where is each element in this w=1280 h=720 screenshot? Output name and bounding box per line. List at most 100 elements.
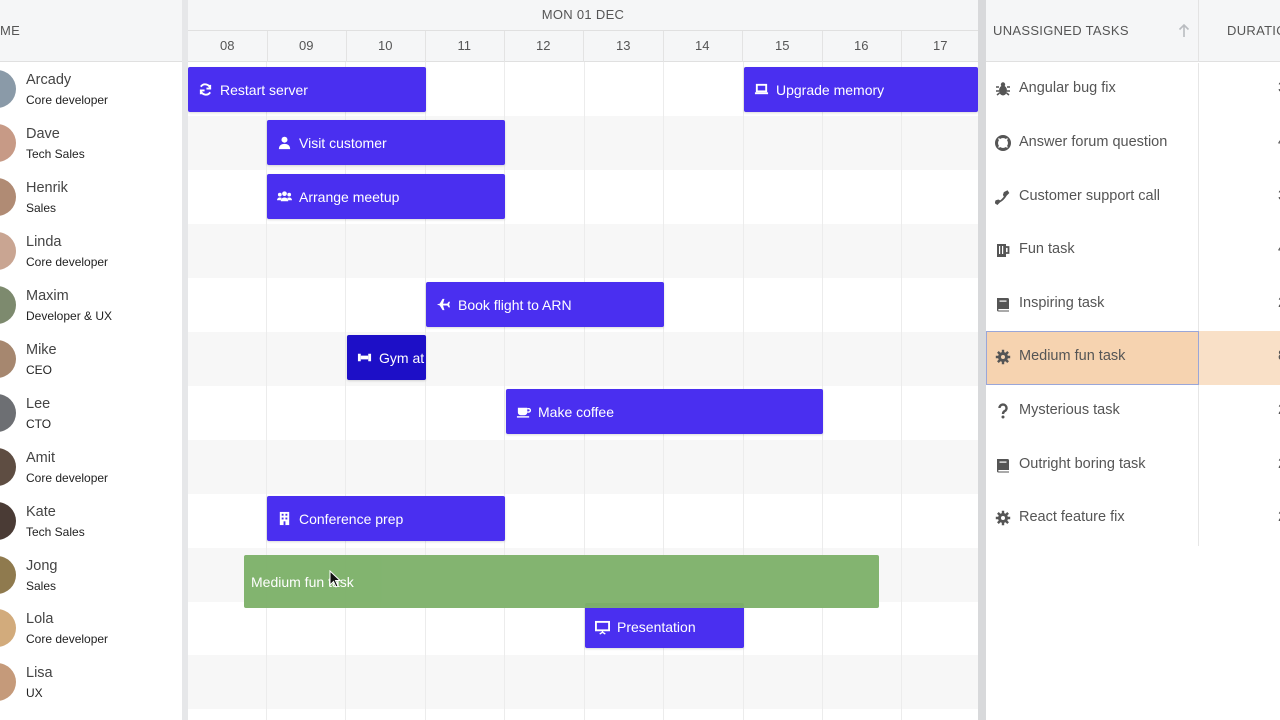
task-name: Fun task: [1019, 241, 1075, 257]
event-bar[interactable]: Make coffee: [506, 389, 823, 434]
event-bar[interactable]: Gym at: [347, 335, 426, 380]
row-stripe: [188, 332, 978, 386]
life-ring-icon: [995, 135, 1011, 151]
task-name-cell[interactable]: Mysterious task: [986, 385, 1199, 439]
resource-row[interactable]: Lee CTO: [0, 386, 182, 440]
resource-role: Tech Sales: [26, 147, 85, 161]
task-name-cell[interactable]: Inspiring task: [986, 278, 1199, 332]
resource-row[interactable]: Henrik Sales: [0, 170, 182, 224]
unassigned-tasks-grid[interactable]: UNASSIGNED TASKS DURATION Angular bug fi…: [986, 0, 1280, 720]
event-label: Gym at: [379, 349, 425, 366]
column-header-duration[interactable]: DURATION: [1199, 0, 1280, 62]
resource-row[interactable]: Mike CEO: [0, 332, 182, 386]
resource-column-header[interactable]: ME: [0, 0, 182, 62]
gear-icon: [995, 510, 1011, 526]
hour-label: 16: [822, 31, 902, 62]
resource-name: Dave: [26, 126, 60, 142]
task-name: Customer support call: [1019, 188, 1161, 204]
task-row[interactable]: Outright boring task 2: [986, 439, 1280, 493]
task-duration-cell[interactable]: 2: [1199, 492, 1280, 546]
grid-header: UNASSIGNED TASKS DURATION: [986, 0, 1280, 62]
resource-row[interactable]: Jong Sales: [0, 548, 182, 602]
avatar: [0, 178, 16, 216]
schedule-area[interactable]: MON 01 DEC 08 09 10 11 12 13 14 15 16 17…: [188, 0, 978, 720]
task-row-selected[interactable]: Medium fun task 8: [986, 331, 1280, 385]
resource-row[interactable]: Amit Core developer: [0, 440, 182, 494]
task-name-cell[interactable]: Answer forum question: [986, 117, 1199, 171]
task-name: Mysterious task: [1019, 402, 1120, 418]
task-duration-cell[interactable]: 2: [1199, 439, 1280, 493]
book-icon: [997, 298, 1009, 312]
resource-row[interactable]: Dave Tech Sales: [0, 116, 182, 170]
date-header: MON 01 DEC: [188, 0, 978, 31]
event-bar[interactable]: Conference prep: [267, 496, 505, 541]
resource-name: Linda: [26, 234, 62, 250]
avatar: [0, 340, 16, 378]
task-name-cell[interactable]: Angular bug fix: [986, 63, 1199, 117]
task-duration-cell[interactable]: 3: [1199, 171, 1280, 225]
task-row[interactable]: Inspiring task 2: [986, 278, 1280, 332]
task-row[interactable]: Answer forum question 4: [986, 117, 1280, 171]
avatar: [0, 556, 16, 594]
resource-row[interactable]: Lisa UX: [0, 655, 182, 709]
task-duration-cell[interactable]: 2: [1199, 385, 1280, 439]
resource-role: UX: [26, 686, 43, 700]
resource-row[interactable]: Maxim Developer & UX: [0, 278, 182, 332]
sort-arrow-up-icon[interactable]: [1178, 24, 1190, 38]
task-duration-cell[interactable]: 3: [1199, 63, 1280, 117]
avatar: [0, 394, 16, 432]
resource-role: CEO: [26, 363, 53, 377]
hour-label: 08: [188, 31, 268, 62]
task-name-cell[interactable]: Outright boring task: [986, 439, 1199, 493]
resource-row[interactable]: Linda Core developer: [0, 224, 182, 278]
resource-role: Tech Sales: [26, 525, 85, 539]
event-bar[interactable]: Arrange meetup: [267, 174, 505, 219]
event-bar[interactable]: Presentation: [585, 603, 744, 648]
avatar: [0, 124, 16, 162]
event-label: Presentation: [617, 619, 696, 635]
resource-name: Arcady: [26, 72, 72, 88]
laptop-icon: [754, 83, 769, 95]
task-duration-cell[interactable]: 8: [1199, 331, 1280, 385]
resource-name: Amit: [26, 450, 55, 466]
schedule-body[interactable]: Restart server Upgrade memory Visit cust…: [188, 62, 978, 720]
task-row[interactable]: Customer support call 3: [986, 171, 1280, 225]
event-bar[interactable]: Visit customer: [267, 120, 505, 165]
resource-role: Core developer: [26, 471, 109, 485]
task-name-cell[interactable]: Customer support call: [986, 171, 1199, 225]
task-name-cell[interactable]: React feature fix: [986, 492, 1199, 546]
column-header-label: DURATION: [1227, 23, 1280, 38]
event-bar[interactable]: Book flight to ARN: [426, 282, 664, 327]
resource-name: Maxim: [26, 288, 69, 304]
task-name-cell[interactable]: Fun task: [986, 224, 1199, 278]
task-duration-cell[interactable]: 4: [1199, 224, 1280, 278]
task-name-cell[interactable]: Medium fun task: [986, 331, 1199, 385]
event-bar[interactable]: Upgrade memory: [744, 67, 978, 112]
resource-role: Sales: [26, 579, 57, 593]
right-splitter[interactable]: [978, 0, 986, 720]
row-stripe: [188, 440, 978, 494]
coffee-icon: [516, 407, 531, 418]
event-bar[interactable]: Restart server: [188, 67, 426, 112]
task-duration-cell[interactable]: 2: [1199, 278, 1280, 332]
task-row[interactable]: Angular bug fix 3: [986, 63, 1280, 117]
task-duration-cell[interactable]: 4: [1199, 117, 1280, 171]
column-header-label: UNASSIGNED TASKS: [993, 23, 1129, 38]
task-row[interactable]: React feature fix 2: [986, 492, 1280, 546]
task-row[interactable]: Mysterious task 2: [986, 385, 1280, 439]
resource-name: Jong: [26, 558, 58, 574]
users-icon: [277, 191, 292, 202]
resource-role: Core developer: [26, 93, 109, 107]
resource-row[interactable]: Kate Tech Sales: [0, 494, 182, 548]
hour-label: 09: [267, 31, 347, 62]
task-row[interactable]: Fun task 4: [986, 224, 1280, 278]
hour-label: 12: [504, 31, 584, 62]
resource-name: Lisa: [26, 665, 53, 681]
resource-row[interactable]: Arcady Core developer: [0, 62, 182, 116]
event-label: Make coffee: [538, 403, 615, 420]
hour-label: 15: [743, 31, 823, 62]
resource-role: Core developer: [26, 632, 109, 646]
avatar: [0, 286, 16, 324]
column-header-unassigned-tasks[interactable]: UNASSIGNED TASKS: [986, 0, 1199, 62]
resource-row[interactable]: Lola Core developer: [0, 601, 182, 655]
